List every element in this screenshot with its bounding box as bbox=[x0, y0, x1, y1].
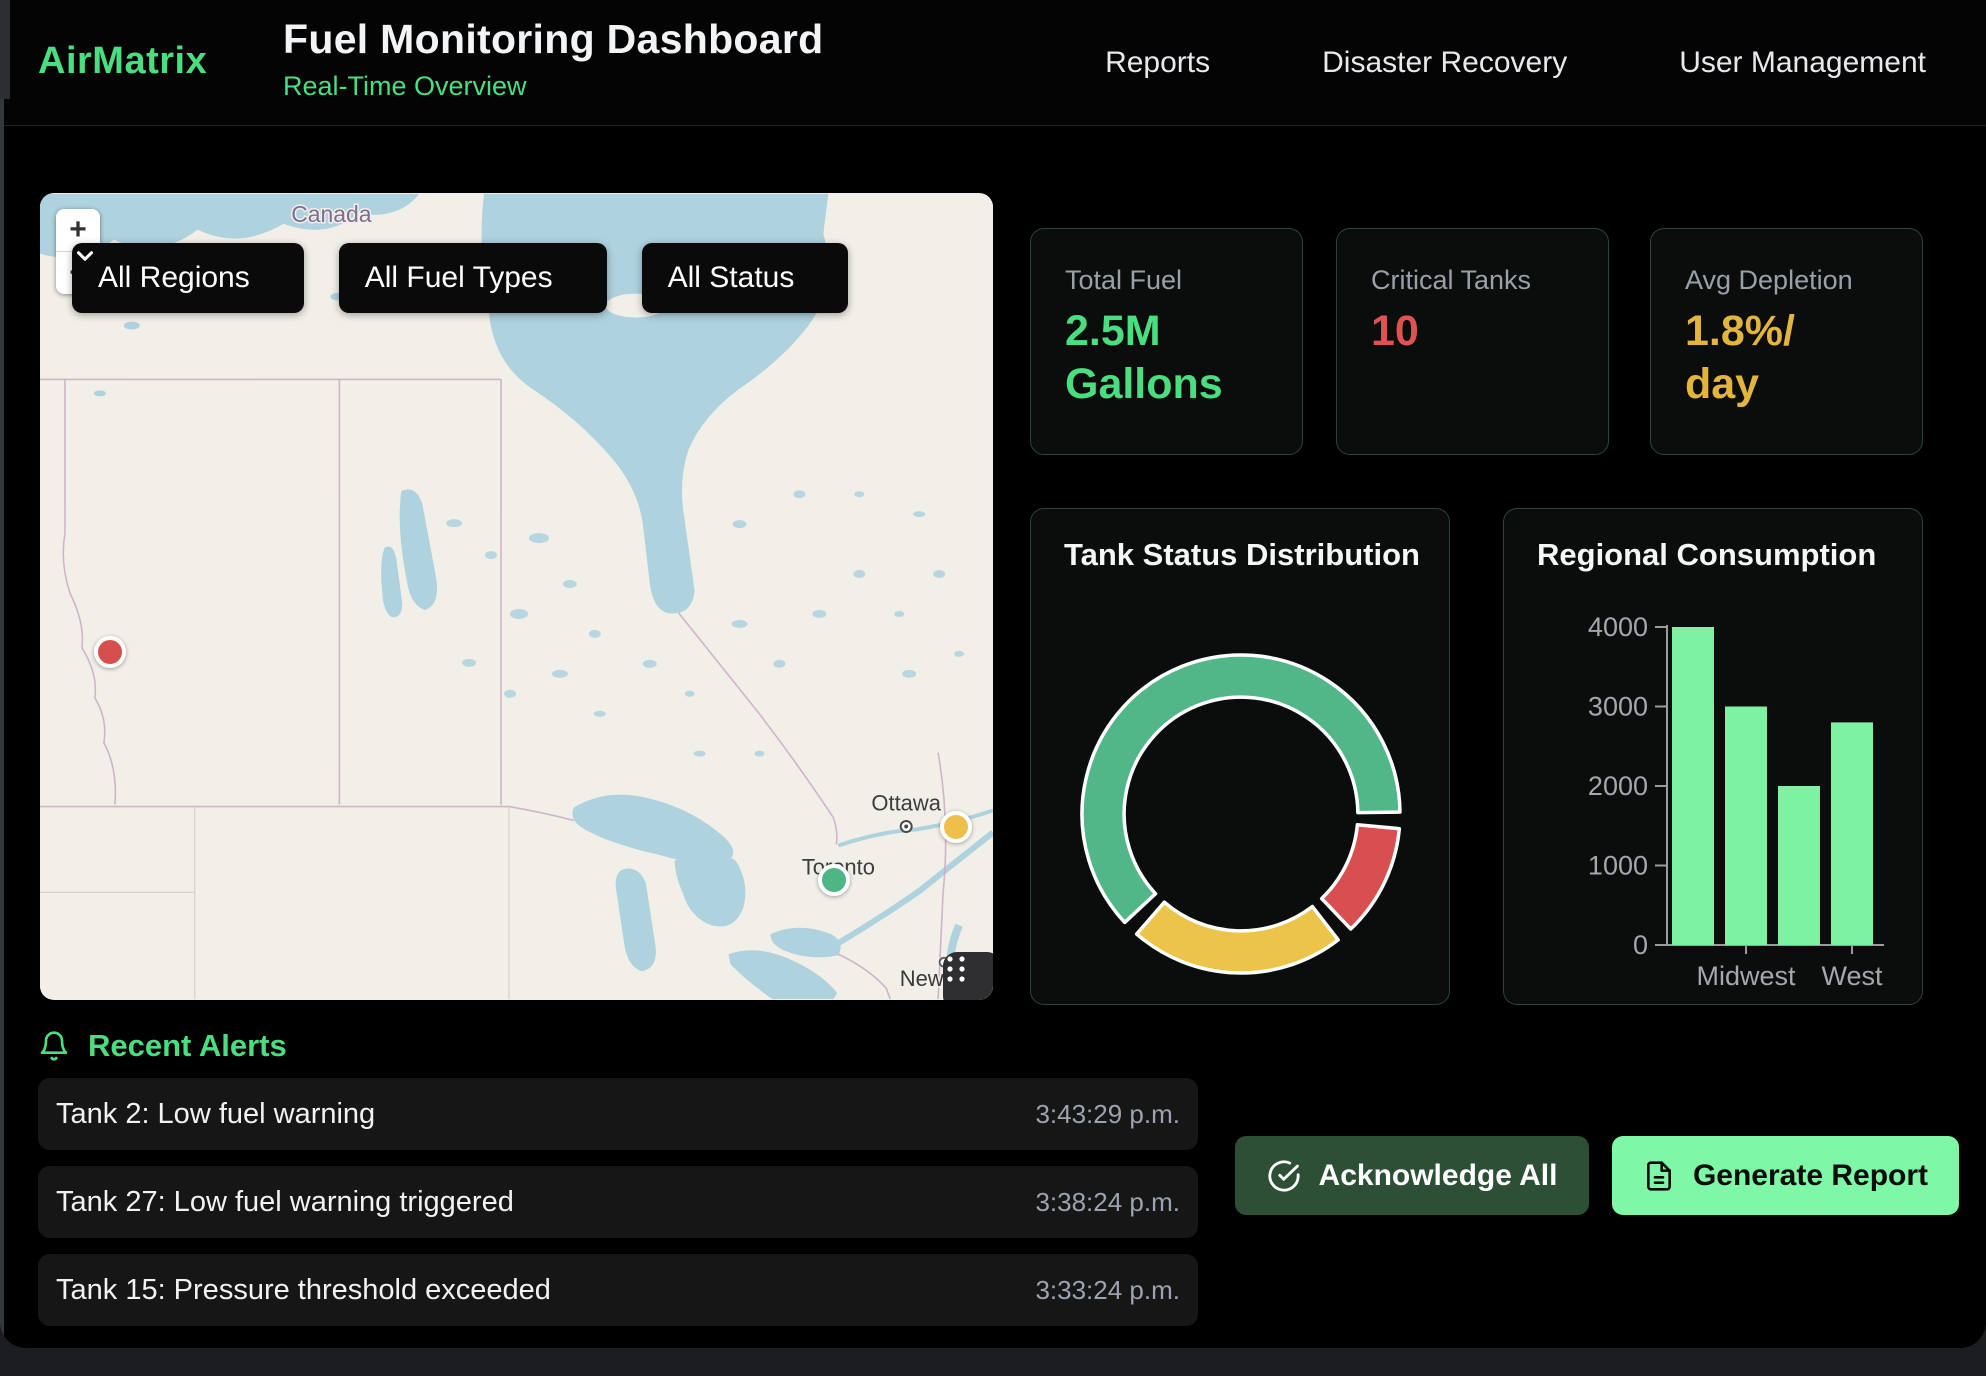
chart-card-regional-consumption: Regional Consumption 01000200030004000Mi… bbox=[1503, 508, 1923, 1005]
filter-regions-label: All Regions bbox=[98, 261, 250, 295]
map-filters: All Regions All Fuel Types All Status bbox=[72, 243, 848, 313]
filter-regions[interactable]: All Regions bbox=[72, 243, 304, 313]
stat-label: Critical Tanks bbox=[1371, 265, 1531, 296]
bar-region-0 bbox=[1672, 627, 1714, 945]
alert-row[interactable]: Tank 27: Low fuel warning triggered 3:38… bbox=[38, 1166, 1198, 1238]
alert-text: Tank 27: Low fuel warning triggered bbox=[56, 1186, 514, 1219]
map-canvas: Canada Ottawa Toronto New York bbox=[40, 193, 993, 1000]
bar-region-3 bbox=[1831, 722, 1873, 945]
alert-time: 3:38:24 p.m. bbox=[1035, 1187, 1180, 1218]
page-title: Fuel Monitoring Dashboard bbox=[283, 16, 823, 63]
stat-value: 10 bbox=[1371, 305, 1419, 358]
bell-icon bbox=[38, 1030, 70, 1062]
filter-status-label: All Status bbox=[668, 261, 795, 295]
stat-card-total-fuel: Total Fuel 2.5M Gallons bbox=[1030, 228, 1303, 455]
y-tick-label: 0 bbox=[1633, 930, 1648, 960]
grip-dots-icon bbox=[943, 952, 969, 986]
stat-value: 1.8%/ day bbox=[1685, 305, 1795, 412]
alert-row[interactable]: Tank 2: Low fuel warning 3:43:29 p.m. bbox=[38, 1078, 1198, 1150]
map-label-ottawa: Ottawa bbox=[871, 791, 941, 816]
alert-time: 3:43:29 p.m. bbox=[1035, 1099, 1180, 1130]
tank-marker-normal[interactable] bbox=[818, 864, 850, 896]
stat-value-line: 10 bbox=[1371, 305, 1419, 358]
stat-card-avg-depletion: Avg Depletion 1.8%/ day bbox=[1650, 228, 1923, 455]
bar-region-1 bbox=[1725, 707, 1767, 946]
window-left-edge bbox=[0, 0, 4, 1348]
tank-marker-warning[interactable] bbox=[940, 811, 972, 843]
filter-fuel-types-label: All Fuel Types bbox=[365, 261, 553, 295]
check-circle-icon bbox=[1267, 1159, 1301, 1193]
alerts-title: Recent Alerts bbox=[88, 1028, 287, 1064]
acknowledge-all-label: Acknowledge All bbox=[1319, 1159, 1558, 1193]
alert-text: Tank 2: Low fuel warning bbox=[56, 1098, 375, 1131]
filter-fuel-types[interactable]: All Fuel Types bbox=[339, 243, 607, 313]
filter-status[interactable]: All Status bbox=[642, 243, 849, 313]
window-header-edge bbox=[0, 0, 10, 99]
map-label-canada: Canada bbox=[291, 201, 372, 227]
stat-value-line: day bbox=[1685, 358, 1795, 411]
file-text-icon bbox=[1643, 1160, 1675, 1192]
bar-region-2 bbox=[1778, 786, 1820, 945]
nav-item-reports[interactable]: Reports bbox=[1105, 46, 1210, 80]
stat-value-line: Gallons bbox=[1065, 358, 1223, 411]
generate-report-button[interactable]: Generate Report bbox=[1612, 1136, 1959, 1215]
alert-row[interactable]: Tank 15: Pressure threshold exceeded 3:3… bbox=[38, 1254, 1198, 1326]
bar-chart: 0 1000 2000 3000 4000 Midwest West bbox=[1504, 509, 1924, 1006]
chart-card-tank-status: Tank Status Distribution bbox=[1030, 508, 1450, 1005]
alert-time: 3:33:24 p.m. bbox=[1035, 1275, 1180, 1306]
y-tick-label: 1000 bbox=[1588, 851, 1648, 881]
window-bottom-strip bbox=[0, 1348, 1986, 1376]
y-tick-label: 2000 bbox=[1588, 771, 1648, 801]
donut-chart bbox=[1031, 509, 1451, 1006]
header: AirMatrix Fuel Monitoring Dashboard Real… bbox=[0, 0, 1986, 126]
donut-segment-warning bbox=[1137, 902, 1338, 973]
acknowledge-all-button[interactable]: Acknowledge All bbox=[1235, 1136, 1589, 1215]
alerts-header: Recent Alerts bbox=[38, 1028, 287, 1064]
page-subtitle: Real-Time Overview bbox=[283, 71, 823, 102]
alert-text: Tank 15: Pressure threshold exceeded bbox=[56, 1274, 551, 1307]
nav-item-disaster-recovery[interactable]: Disaster Recovery bbox=[1322, 46, 1567, 80]
resize-grip-handle[interactable] bbox=[943, 952, 993, 1000]
nav-item-user-management[interactable]: User Management bbox=[1679, 46, 1926, 80]
brand-logo: AirMatrix bbox=[38, 40, 207, 83]
x-tick-label: West bbox=[1821, 961, 1883, 991]
dashboard-root: AirMatrix Fuel Monitoring Dashboard Real… bbox=[0, 0, 1986, 1348]
stat-label: Total Fuel bbox=[1065, 265, 1182, 296]
stat-value: 2.5M Gallons bbox=[1065, 305, 1223, 412]
generate-report-label: Generate Report bbox=[1693, 1159, 1928, 1193]
y-tick-label: 3000 bbox=[1588, 692, 1648, 722]
tank-marker-critical[interactable] bbox=[94, 636, 126, 668]
y-tick-label: 4000 bbox=[1588, 612, 1648, 642]
stat-value-line: 1.8%/ bbox=[1685, 305, 1795, 358]
stat-label: Avg Depletion bbox=[1685, 265, 1853, 296]
map-panel[interactable]: Canada Ottawa Toronto New York + − All R… bbox=[40, 193, 993, 1000]
x-tick-label: Midwest bbox=[1696, 961, 1796, 991]
main-nav: Reports Disaster Recovery User Managemen… bbox=[1105, 0, 1926, 125]
stat-card-critical-tanks: Critical Tanks 10 bbox=[1336, 228, 1609, 455]
stat-value-line: 2.5M bbox=[1065, 305, 1223, 358]
donut-segment-critical bbox=[1322, 825, 1400, 929]
title-block: Fuel Monitoring Dashboard Real-Time Over… bbox=[283, 16, 823, 102]
